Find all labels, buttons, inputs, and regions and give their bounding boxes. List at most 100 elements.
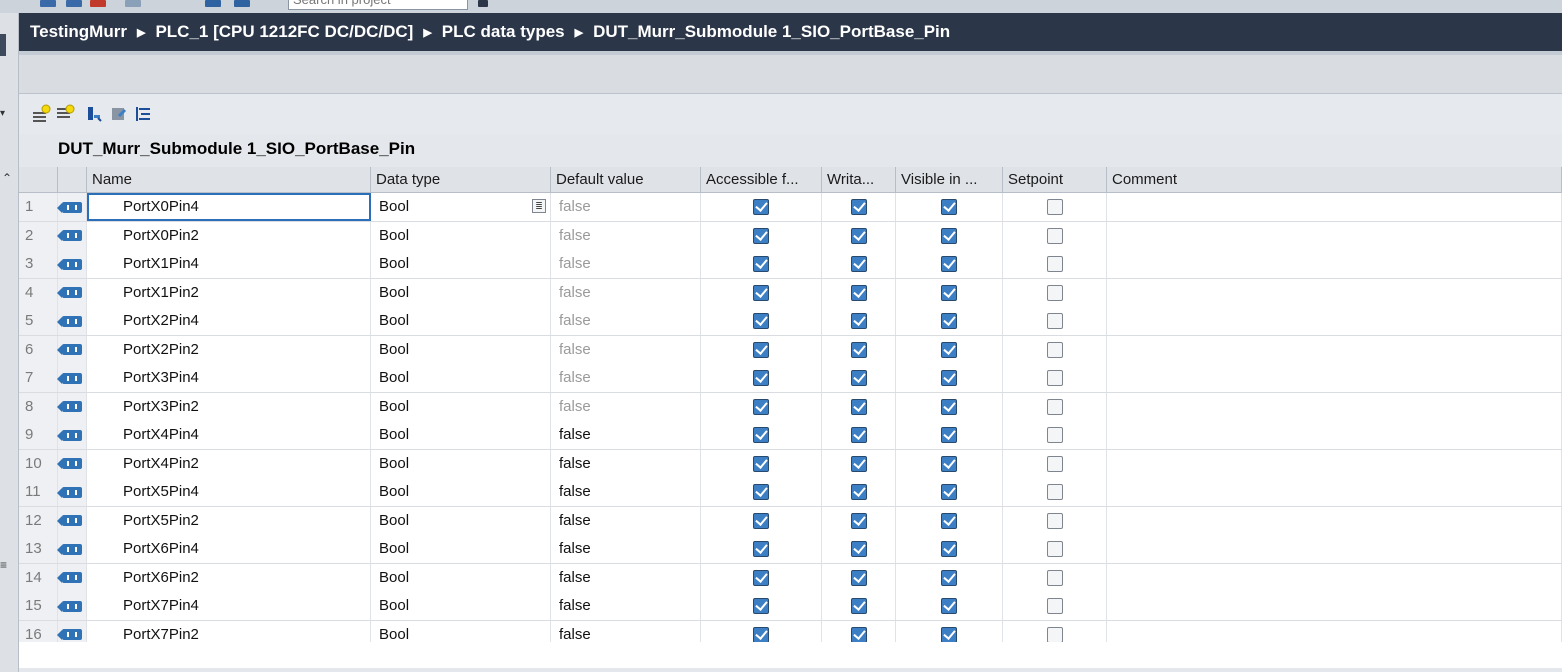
visible-checkbox[interactable] (941, 256, 957, 272)
writable-checkbox[interactable] (850, 284, 867, 301)
data-type-cell[interactable]: Bool (371, 449, 551, 478)
accessible-checkbox[interactable] (753, 313, 769, 329)
visible-checkbox[interactable] (941, 598, 957, 614)
accessible-checkbox[interactable] (753, 569, 769, 586)
name-cell[interactable]: PortX5Pin2 (87, 506, 371, 535)
writable-checkbox[interactable] (850, 455, 867, 472)
setpoint-checkbox[interactable] (1046, 541, 1063, 557)
setpoint-checkbox[interactable] (1046, 370, 1063, 386)
default-value-cell[interactable]: false (551, 478, 701, 506)
name-cell[interactable]: PortX7Pin4 (87, 592, 371, 620)
writable-checkbox[interactable] (850, 370, 867, 386)
toolbar-icon-2[interactable] (66, 0, 82, 7)
writable-checkbox[interactable] (850, 626, 867, 643)
name-cell[interactable]: PortX5Pin4 (87, 478, 371, 506)
setpoint-checkbox[interactable] (1046, 455, 1063, 472)
header-name[interactable]: Name (87, 167, 371, 193)
breadcrumb-item-plc[interactable]: PLC_1 [CPU 1212FC DC/DC/DC] (155, 22, 413, 42)
table-row[interactable]: 7 PortX3Pin4 Bool false (19, 364, 1562, 393)
writable-checkbox[interactable] (850, 256, 867, 272)
header-accessible[interactable]: Accessible f... (701, 167, 822, 193)
writable-checkbox[interactable] (850, 541, 867, 557)
visible-checkbox[interactable] (941, 227, 957, 244)
comment-cell[interactable] (1107, 221, 1562, 250)
visible-checkbox[interactable] (941, 541, 957, 557)
table-row[interactable]: 11 PortX5Pin4 Bool false (19, 478, 1562, 507)
setpoint-checkbox[interactable] (1046, 341, 1063, 358)
comment-cell[interactable] (1107, 421, 1562, 449)
table-row[interactable]: 9 PortX4Pin4 Bool false (19, 421, 1562, 450)
name-cell[interactable]: PortX4Pin4 (87, 421, 371, 449)
visible-checkbox[interactable] (941, 398, 957, 415)
default-value-cell[interactable]: false (551, 364, 701, 392)
left-menu-icon[interactable]: ≡ (0, 558, 12, 572)
comment-cell[interactable] (1107, 506, 1562, 535)
comment-cell[interactable] (1107, 592, 1562, 620)
toolbar-icon-4[interactable] (125, 0, 141, 7)
default-value-cell[interactable]: false (551, 563, 701, 592)
visible-checkbox[interactable] (941, 341, 957, 358)
data-type-cell[interactable]: Bool (371, 563, 551, 592)
writable-checkbox[interactable] (850, 427, 867, 443)
writable-checkbox[interactable] (850, 199, 867, 215)
table-row[interactable]: 15 PortX7Pin4 Bool false (19, 592, 1562, 621)
comment-cell[interactable] (1107, 193, 1562, 221)
breadcrumb-item-dut[interactable]: DUT_Murr_Submodule 1_SIO_PortBase_Pin (593, 22, 950, 42)
setpoint-checkbox[interactable] (1046, 598, 1063, 614)
visible-checkbox[interactable] (941, 199, 957, 215)
writable-checkbox[interactable] (850, 398, 867, 415)
setpoint-checkbox[interactable] (1046, 626, 1063, 643)
data-type-cell[interactable]: Bool (371, 278, 551, 307)
data-type-cell[interactable]: Bool ≣ (371, 193, 551, 221)
comment-cell[interactable] (1107, 478, 1562, 506)
accessible-checkbox[interactable] (753, 199, 769, 215)
left-dropdown-icon[interactable]: ▾ (0, 108, 10, 119)
header-comment[interactable]: Comment (1107, 167, 1562, 193)
breadcrumb-item-project[interactable]: TestingMurr (30, 22, 127, 42)
visible-checkbox[interactable] (941, 484, 957, 500)
toolbar-icon-5[interactable] (205, 0, 221, 7)
table-row[interactable]: 10 PortX4Pin2 Bool false (19, 449, 1562, 479)
name-cell[interactable]: PortX1Pin2 (87, 278, 371, 307)
writable-checkbox[interactable] (850, 227, 867, 244)
default-value-cell[interactable]: false (551, 535, 701, 563)
writable-checkbox[interactable] (850, 512, 867, 529)
visible-checkbox[interactable] (941, 512, 957, 529)
accessible-checkbox[interactable] (753, 398, 769, 415)
visible-checkbox[interactable] (941, 427, 957, 443)
accessible-checkbox[interactable] (753, 455, 769, 472)
default-value-cell[interactable]: false (551, 250, 701, 278)
accessible-checkbox[interactable] (753, 256, 769, 272)
table-row[interactable]: 2 PortX0Pin2 Bool false (19, 221, 1562, 251)
accessible-checkbox[interactable] (753, 626, 769, 643)
data-type-cell[interactable]: Bool (371, 506, 551, 535)
writable-checkbox[interactable] (850, 569, 867, 586)
comment-cell[interactable] (1107, 364, 1562, 392)
breadcrumb-item-datatypes[interactable]: PLC data types (442, 22, 565, 42)
writable-checkbox[interactable] (850, 484, 867, 500)
writable-checkbox[interactable] (850, 598, 867, 614)
name-cell[interactable]: PortX4Pin2 (87, 449, 371, 478)
table-row[interactable]: 12 PortX5Pin2 Bool false (19, 506, 1562, 536)
comment-cell[interactable] (1107, 250, 1562, 278)
setpoint-checkbox[interactable] (1046, 512, 1063, 529)
header-writable[interactable]: Writa... (822, 167, 896, 193)
setpoint-checkbox[interactable] (1046, 569, 1063, 586)
default-value-cell[interactable]: false (551, 506, 701, 535)
accessible-checkbox[interactable] (753, 284, 769, 301)
toolbar-icon-3[interactable] (90, 0, 106, 7)
data-type-cell[interactable]: Bool (371, 478, 551, 506)
accessible-checkbox[interactable] (753, 484, 769, 500)
insert-row-icon[interactable] (31, 104, 51, 124)
data-type-cell[interactable]: Bool (371, 250, 551, 278)
data-type-cell[interactable]: Bool (371, 535, 551, 563)
data-type-cell[interactable]: Bool (371, 421, 551, 449)
expand-all-icon[interactable] (133, 104, 153, 124)
comment-cell[interactable] (1107, 535, 1562, 563)
accessible-checkbox[interactable] (753, 341, 769, 358)
table-row[interactable]: 4 PortX1Pin2 Bool false (19, 278, 1562, 308)
default-value-cell[interactable]: false (551, 421, 701, 449)
accessible-checkbox[interactable] (753, 541, 769, 557)
default-value-cell[interactable]: false (551, 392, 701, 421)
left-collapse-tab[interactable] (0, 34, 6, 56)
